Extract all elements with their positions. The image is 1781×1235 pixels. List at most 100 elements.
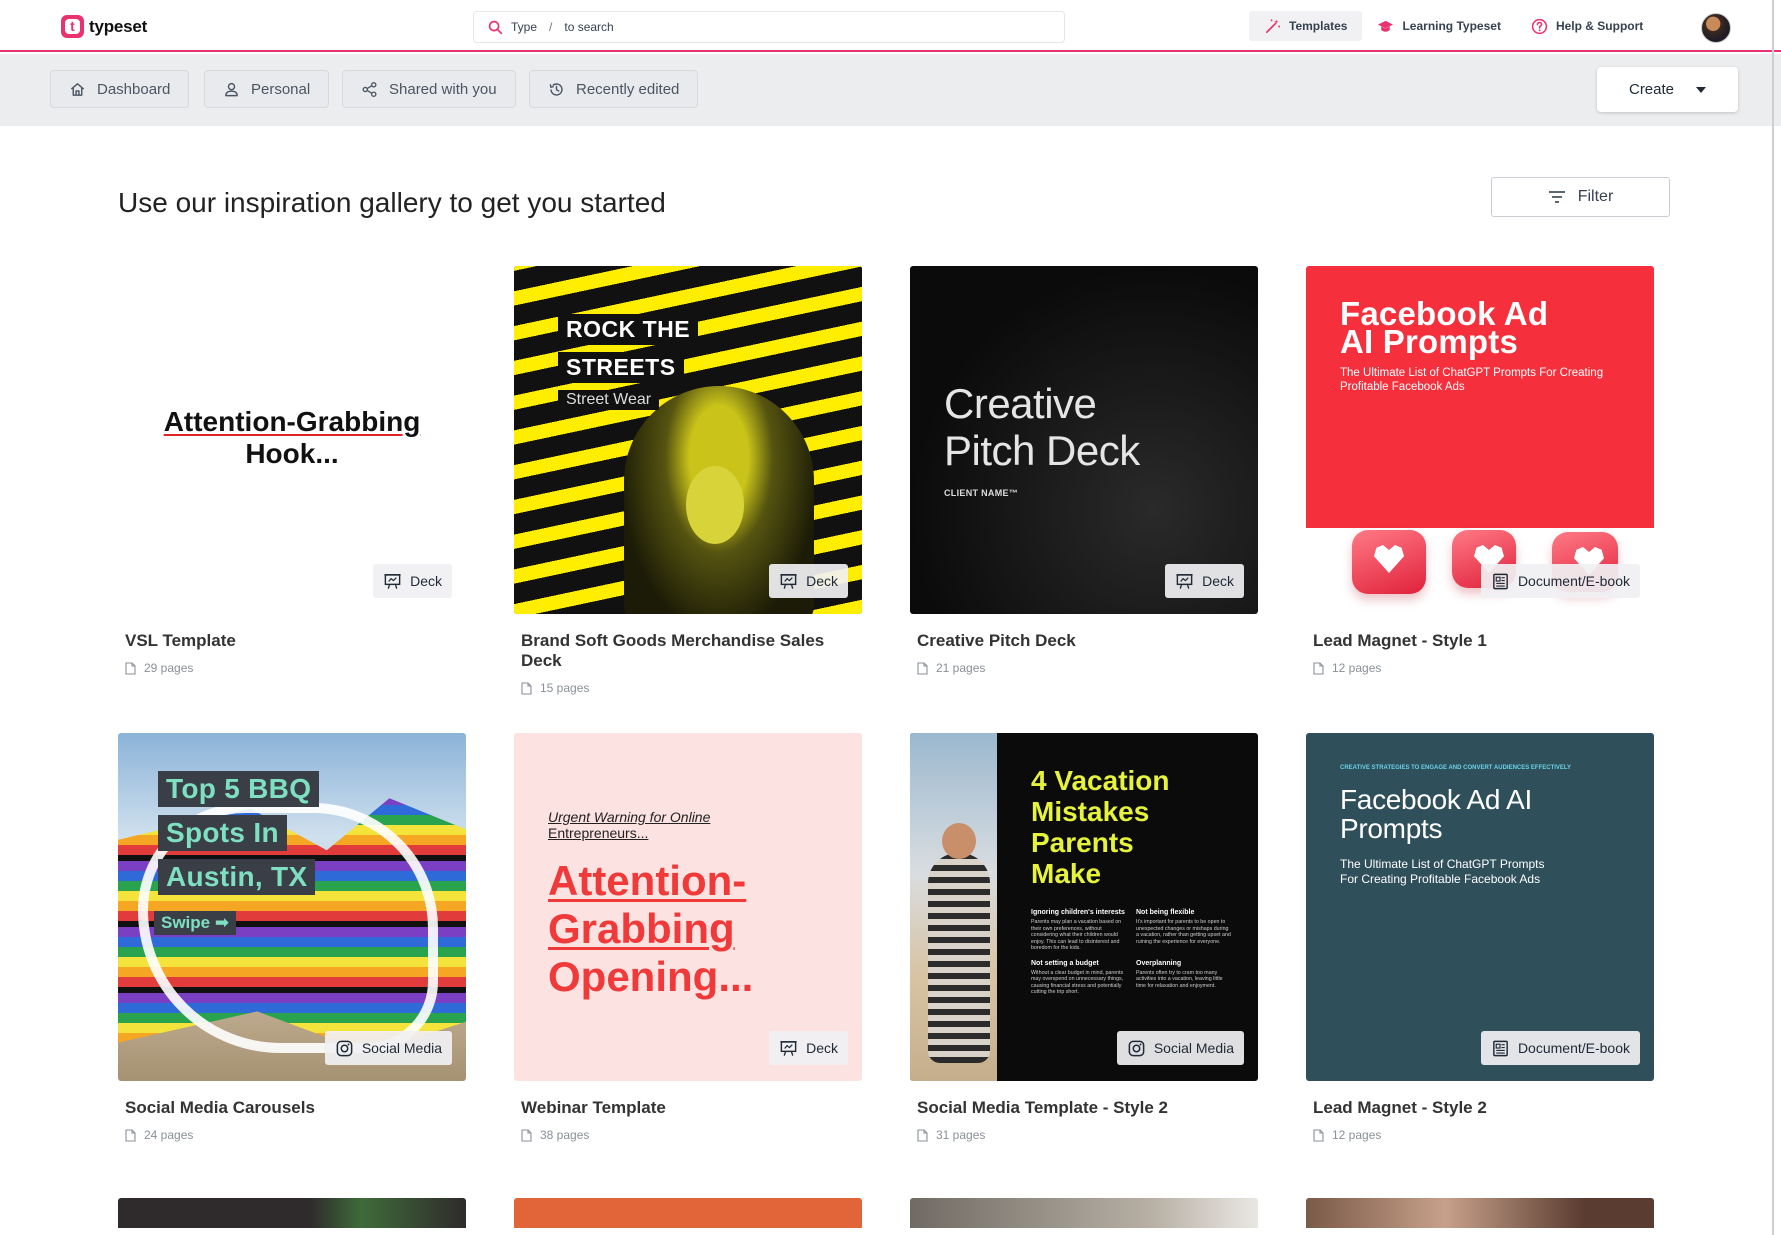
template-title[interactable]: Lead Magnet - Style 1 xyxy=(1313,631,1654,651)
tab-shared-label: Shared with you xyxy=(389,80,497,98)
template-type-label: Document/E-book xyxy=(1517,1040,1630,1056)
template-page-count: 38 pages xyxy=(521,1128,862,1142)
page-count-label: 31 pages xyxy=(936,1128,986,1142)
template-title[interactable]: Lead Magnet - Style 2 xyxy=(1313,1098,1654,1118)
page-count-label: 38 pages xyxy=(540,1128,590,1142)
template-thumbnail[interactable]: ROCK THE STREETS Street Wear Deck xyxy=(514,266,862,614)
help-circle-icon xyxy=(1531,18,1548,34)
filter-button-label: Filter xyxy=(1577,188,1614,205)
page-count-label: 12 pages xyxy=(1332,661,1382,675)
presentation-icon xyxy=(780,573,797,589)
template-thumbnail-partial[interactable] xyxy=(118,1198,466,1228)
presentation-icon xyxy=(780,1040,797,1056)
template-card[interactable]: 4 Vacation Mistakes Parents Make Ignorin… xyxy=(910,733,1258,1142)
thumbnail-text: 4 Vacation Mistakes Parents Make xyxy=(1031,765,1170,889)
user-avatar[interactable] xyxy=(1701,13,1731,43)
document-icon xyxy=(1493,1040,1508,1056)
thumbnail-line-2: Pitch Deck xyxy=(944,427,1140,474)
template-title[interactable]: Social Media Template - Style 2 xyxy=(917,1098,1258,1118)
thumbnail-line-2: Mistakes xyxy=(1031,796,1150,827)
tab-shared-with-you[interactable]: Shared with you xyxy=(342,70,516,108)
template-thumbnail-partial[interactable] xyxy=(514,1198,862,1228)
thumbnail-line-4: Make xyxy=(1031,858,1102,889)
share-icon xyxy=(362,81,377,97)
template-thumbnail-partial[interactable] xyxy=(910,1198,1258,1228)
template-type-badge: Deck xyxy=(769,564,848,598)
tip: Not being flexible It's important for par… xyxy=(1136,909,1231,952)
template-thumbnail[interactable]: 4 Vacation Mistakes Parents Make Ignorin… xyxy=(910,733,1258,1081)
page-icon xyxy=(521,1128,532,1142)
nav-help-support[interactable]: Help & Support xyxy=(1516,11,1658,41)
tab-personal[interactable]: Personal xyxy=(204,70,330,108)
page-icon xyxy=(521,681,532,695)
template-title[interactable]: Social Media Carousels xyxy=(125,1098,466,1118)
thumbnail-line-2: AI Prompts xyxy=(1340,323,1519,360)
page-icon xyxy=(125,661,136,675)
page-count-label: 12 pages xyxy=(1332,1128,1382,1142)
filter-button[interactable]: Filter xyxy=(1491,177,1670,217)
thumbnail-line-2: Spots In xyxy=(158,815,287,851)
template-thumbnail[interactable]: CREATIVE STRATEGIES TO ENGAGE AND CONVER… xyxy=(1306,733,1654,1081)
template-type-label: Social Media xyxy=(361,1040,442,1056)
template-card[interactable]: Attention-Grabbing Hook... Deck VSL Temp… xyxy=(118,266,466,675)
instagram-icon xyxy=(1128,1040,1145,1056)
thumbnail-kicker-line-2: Entrepreneurs... xyxy=(548,825,649,841)
template-title[interactable]: Brand Soft Goods Merchandise Sales Deck xyxy=(521,631,862,671)
template-thumbnail[interactable]: Top 5 BBQ Spots In Austin, TX Swipe ➡ So… xyxy=(118,733,466,1081)
template-thumbnail[interactable]: Creative Pitch Deck CLIENT NAME™ Deck xyxy=(910,266,1258,614)
template-page-count: 12 pages xyxy=(1313,1128,1654,1142)
template-title[interactable]: Webinar Template xyxy=(521,1098,862,1118)
search-type-label: Type xyxy=(511,20,538,34)
thumbnail-line-1: 4 Vacation xyxy=(1031,765,1170,796)
template-page-count: 21 pages xyxy=(917,661,1258,675)
thumbnail-kicker-line-1: Urgent Warning for Online xyxy=(548,809,711,825)
search-placeholder: to search xyxy=(564,20,614,34)
template-card[interactable]: Urgent Warning for Online Entrepreneurs.… xyxy=(514,733,862,1142)
template-card[interactable]: Creative Pitch Deck CLIENT NAME™ Deck Cr… xyxy=(910,266,1258,675)
thumbnail-text: Facebook Ad AI Prompts xyxy=(1340,785,1532,843)
page-count-label: 21 pages xyxy=(936,661,986,675)
workspace-toolbar: Dashboard Personal Shared with you Recen… xyxy=(0,54,1781,126)
search-input[interactable]: Type / to search xyxy=(473,11,1065,43)
create-button[interactable]: Create xyxy=(1597,67,1738,112)
tip: Ignoring children's interests Parents may… xyxy=(1031,909,1126,952)
template-card[interactable]: CREATIVE STRATEGIES TO ENGAGE AND CONVER… xyxy=(1306,733,1654,1142)
template-thumbnail[interactable]: Attention-Grabbing Hook... Deck xyxy=(118,266,466,614)
template-thumbnail-partial[interactable] xyxy=(1306,1198,1654,1228)
typeset-logo[interactable]: t typeset xyxy=(61,15,147,38)
thumbnail-text: Attention-Grabbing Hook... xyxy=(118,406,466,470)
template-card[interactable]: ROCK THE STREETS Street Wear Deck Brand … xyxy=(514,266,862,695)
search-shortcut-key: / xyxy=(549,20,553,34)
template-card[interactable]: Top 5 BBQ Spots In Austin, TX Swipe ➡ So… xyxy=(118,733,466,1142)
template-title[interactable]: Creative Pitch Deck xyxy=(917,631,1258,651)
tip-heading: Overplanning xyxy=(1136,959,1182,967)
tip-body: Parents often try to cram too many activ… xyxy=(1136,969,1223,989)
thumbnail-line-1: Attention- xyxy=(548,857,747,904)
user-icon xyxy=(225,82,238,96)
tip-body: It's important for parents to be open to… xyxy=(1136,919,1231,945)
template-type-label: Deck xyxy=(806,1040,838,1056)
nav-learning-typeset[interactable]: Learning Typeset xyxy=(1362,11,1515,41)
page-icon xyxy=(1313,1128,1324,1142)
nav-templates[interactable]: Templates xyxy=(1249,11,1363,41)
magic-wand-icon xyxy=(1265,18,1281,33)
template-card[interactable]: Facebook Ad AI Prompts The Ultimate List… xyxy=(1306,266,1654,675)
template-page-count: 29 pages xyxy=(125,661,466,675)
template-page-count: 24 pages xyxy=(125,1128,466,1142)
tip: Overplanning Parents often try to cram to… xyxy=(1136,960,1231,996)
template-thumbnail[interactable]: Urgent Warning for Online Entrepreneurs.… xyxy=(514,733,862,1081)
page-count-label: 15 pages xyxy=(540,681,590,695)
home-icon xyxy=(70,82,85,96)
template-title[interactable]: VSL Template xyxy=(125,631,466,651)
template-thumbnail[interactable]: Facebook Ad AI Prompts The Ultimate List… xyxy=(1306,266,1654,614)
template-type-label: Deck xyxy=(806,573,838,589)
tab-dashboard[interactable]: Dashboard xyxy=(50,70,190,108)
filter-icon xyxy=(1548,191,1565,203)
template-type-label: Social Media xyxy=(1153,1040,1234,1056)
tip: Not setting a budget Without a clear budg… xyxy=(1031,960,1126,996)
page-icon xyxy=(917,1128,928,1142)
tab-recently-edited[interactable]: Recently edited xyxy=(529,70,699,108)
nav-help-label: Help & Support xyxy=(1555,19,1644,33)
tab-personal-label: Personal xyxy=(251,80,311,98)
nav-templates-label: Templates xyxy=(1289,19,1348,33)
